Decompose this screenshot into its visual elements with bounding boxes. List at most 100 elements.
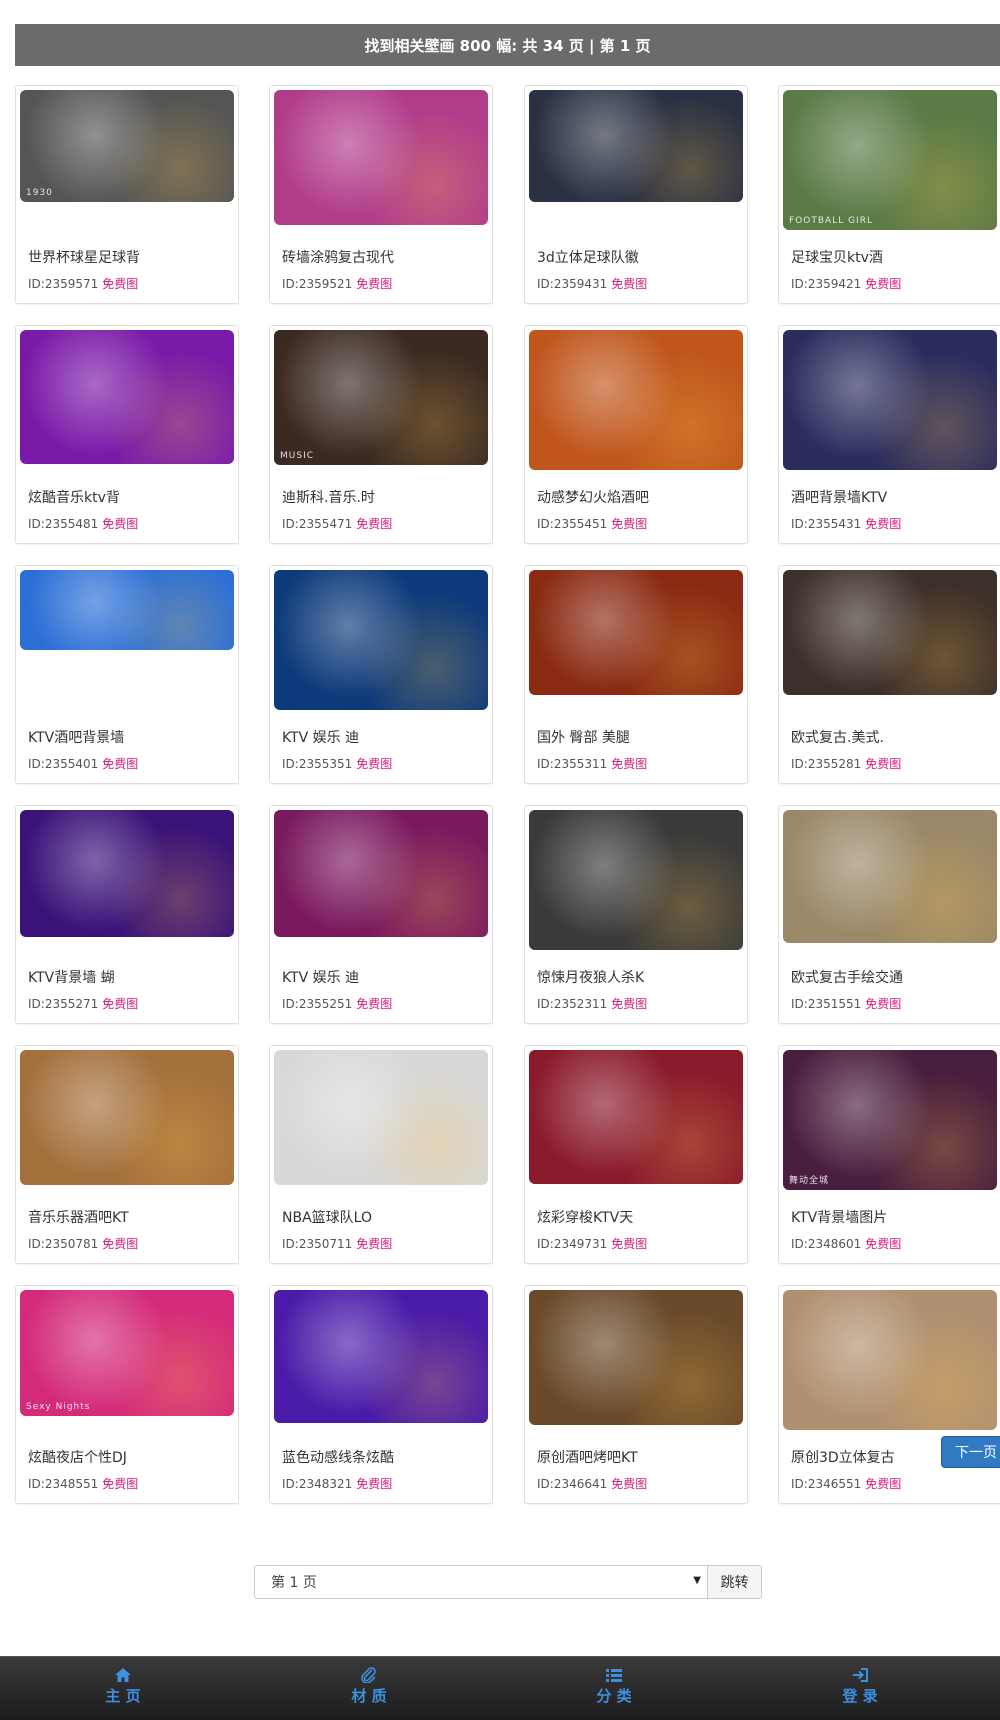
wallpaper-card[interactable]: 欧式复古手绘交通 ID:2351551 免费图 <box>778 805 1000 1024</box>
wallpaper-card[interactable]: 国外 臀部 美腿 ID:2355311 免费图 <box>524 565 748 784</box>
wallpaper-thumbnail[interactable] <box>529 90 743 202</box>
wallpaper-thumbnail[interactable] <box>529 1050 743 1184</box>
wallpaper-meta: ID:2346551 免费图 <box>791 1475 901 1492</box>
thumbnail-caption: 舞动全城 <box>789 1176 830 1186</box>
wallpaper-title[interactable]: 炫彩穿梭KTV天 <box>537 1207 633 1227</box>
wallpaper-meta: ID:2355251 免费图 <box>282 995 392 1012</box>
wallpaper-title[interactable]: 蓝色动感线条炫酷 <box>282 1447 394 1467</box>
free-badge: 免费图 <box>102 1237 139 1251</box>
page-select[interactable]: 第 1 页 ▼ <box>254 1565 708 1599</box>
wallpaper-title[interactable]: 酒吧背景墙KTV <box>791 487 887 507</box>
wallpaper-thumbnail[interactable] <box>274 1050 488 1185</box>
wallpaper-title[interactable]: KTV背景墙图片 <box>791 1207 887 1227</box>
wallpaper-thumbnail[interactable] <box>529 810 743 950</box>
wallpaper-card[interactable]: 蓝色动感线条炫酷 ID:2348321 免费图 <box>269 1285 493 1504</box>
wallpaper-meta: ID:2348551 免费图 <box>28 1475 138 1492</box>
wallpaper-title[interactable]: 炫酷音乐ktv背 <box>28 487 120 507</box>
wallpaper-card[interactable]: Sexy Nights 炫酷夜店个性DJ ID:2348551 免费图 <box>15 1285 239 1504</box>
wallpaper-thumbnail[interactable] <box>20 330 234 464</box>
free-badge: 免费图 <box>865 757 902 771</box>
wallpaper-thumbnail[interactable] <box>529 330 743 470</box>
wallpaper-card[interactable]: 炫酷音乐ktv背 ID:2355481 免费图 <box>15 325 239 544</box>
wallpaper-meta: ID:2355431 免费图 <box>791 515 901 532</box>
wallpaper-title[interactable]: 原创3D立体复古 <box>791 1447 895 1467</box>
wallpaper-card[interactable]: 砖墙涂鸦复古现代 ID:2359521 免费图 <box>269 85 493 304</box>
wallpaper-card[interactable]: 欧式复古.美式. ID:2355281 免费图 <box>778 565 1000 784</box>
wallpaper-title[interactable]: 欧式复古.美式. <box>791 727 884 747</box>
wallpaper-meta: ID:2359421 免费图 <box>791 275 901 292</box>
wallpaper-thumbnail[interactable] <box>529 1290 743 1425</box>
wallpaper-card[interactable]: 原创酒吧烤吧KT ID:2346641 免费图 <box>524 1285 748 1504</box>
wallpaper-title[interactable]: 3d立体足球队徽 <box>537 247 639 267</box>
wallpaper-card[interactable]: NBA篮球队LO ID:2350711 免费图 <box>269 1045 493 1264</box>
wallpaper-meta: ID:2355281 免费图 <box>791 755 901 772</box>
wallpaper-title[interactable]: 炫酷夜店个性DJ <box>28 1447 127 1467</box>
wallpaper-thumbnail[interactable]: MUSIC <box>274 330 488 465</box>
wallpaper-thumbnail[interactable] <box>20 1050 234 1185</box>
wallpaper-thumbnail[interactable] <box>20 810 234 937</box>
jump-button[interactable]: 跳转 <box>708 1565 762 1599</box>
wallpaper-thumbnail[interactable]: 1930 <box>20 90 234 202</box>
wallpaper-thumbnail[interactable] <box>783 810 997 943</box>
wallpaper-thumbnail[interactable] <box>20 570 234 650</box>
wallpaper-id: ID:2355401 <box>28 757 99 771</box>
wallpaper-title[interactable]: KTV背景墙 蝴 <box>28 967 115 987</box>
free-badge: 免费图 <box>611 517 648 531</box>
wallpaper-title[interactable]: 惊悚月夜狼人杀K <box>537 967 644 987</box>
wallpaper-card[interactable]: 惊悚月夜狼人杀K ID:2352311 免费图 <box>524 805 748 1024</box>
wallpaper-card[interactable]: KTV 娱乐 迪 ID:2355251 免费图 <box>269 805 493 1024</box>
wallpaper-thumbnail[interactable]: FOOTBALL GIRL <box>783 90 997 230</box>
wallpaper-thumbnail[interactable]: Sexy Nights <box>20 1290 234 1416</box>
wallpaper-thumbnail[interactable]: 舞动全城 <box>783 1050 997 1190</box>
wallpaper-thumbnail[interactable] <box>274 90 488 225</box>
wallpaper-card[interactable]: 音乐乐器酒吧KT ID:2350781 免费图 <box>15 1045 239 1264</box>
wallpaper-title[interactable]: 砖墙涂鸦复古现代 <box>282 247 394 267</box>
wallpaper-title[interactable]: 足球宝贝ktv酒 <box>791 247 883 267</box>
wallpaper-card[interactable]: KTV背景墙 蝴 ID:2355271 免费图 <box>15 805 239 1024</box>
wallpaper-title[interactable]: KTV酒吧背景墙 <box>28 727 124 747</box>
wallpaper-card[interactable]: KTV酒吧背景墙 ID:2355401 免费图 <box>15 565 239 784</box>
wallpaper-card[interactable]: 动感梦幻火焰酒吧 ID:2355451 免费图 <box>524 325 748 544</box>
wallpaper-id: ID:2348601 <box>791 1237 862 1251</box>
wallpaper-thumbnail[interactable] <box>783 1290 997 1430</box>
free-badge: 免费图 <box>611 277 648 291</box>
wallpaper-title[interactable]: 国外 臀部 美腿 <box>537 727 630 747</box>
wallpaper-card[interactable]: FOOTBALL GIRL 足球宝贝ktv酒 ID:2359421 免费图 <box>778 85 1000 304</box>
wallpaper-title[interactable]: 原创酒吧烤吧KT <box>537 1447 638 1467</box>
wallpaper-card[interactable]: 原创3D立体复古 ID:2346551 免费图 <box>778 1285 1000 1504</box>
wallpaper-thumbnail[interactable] <box>274 1290 488 1423</box>
wallpaper-title[interactable]: KTV 娱乐 迪 <box>282 967 359 987</box>
wallpaper-card[interactable]: 酒吧背景墙KTV ID:2355431 免费图 <box>778 325 1000 544</box>
free-badge: 免费图 <box>102 997 139 1011</box>
wallpaper-title[interactable]: 世界杯球星足球背 <box>28 247 140 267</box>
wallpaper-card[interactable]: 3d立体足球队徽 ID:2359431 免费图 <box>524 85 748 304</box>
wallpaper-thumbnail[interactable] <box>274 570 488 710</box>
wallpaper-thumbnail[interactable] <box>783 570 997 695</box>
wallpaper-card[interactable]: 舞动全城 KTV背景墙图片 ID:2348601 免费图 <box>778 1045 1000 1264</box>
wallpaper-card[interactable]: 炫彩穿梭KTV天 ID:2349731 免费图 <box>524 1045 748 1264</box>
nav-home[interactable]: 主 页 <box>83 1667 163 1706</box>
caret-down-icon: ▼ <box>693 1575 701 1586</box>
page-select-value: 第 1 页 <box>271 1575 317 1591</box>
wallpaper-card[interactable]: 1930 世界杯球星足球背 ID:2359571 免费图 <box>15 85 239 304</box>
wallpaper-id: ID:2355351 <box>282 757 353 771</box>
next-page-button[interactable]: 下一页 <box>941 1436 1000 1468</box>
nav-category[interactable]: 分 类 <box>574 1667 654 1706</box>
wallpaper-card[interactable]: KTV 娱乐 迪 ID:2355351 免费图 <box>269 565 493 784</box>
wallpaper-id: ID:2355451 <box>537 517 608 531</box>
nav-login[interactable]: 登 录 <box>820 1667 900 1706</box>
wallpaper-title[interactable]: 欧式复古手绘交通 <box>791 967 903 987</box>
wallpaper-title[interactable]: KTV 娱乐 迪 <box>282 727 359 747</box>
free-badge: 免费图 <box>865 1237 902 1251</box>
wallpaper-title[interactable]: 音乐乐器酒吧KT <box>28 1207 129 1227</box>
wallpaper-thumbnail[interactable] <box>274 810 488 937</box>
wallpaper-id: ID:2355281 <box>791 757 862 771</box>
wallpaper-meta: ID:2351551 免费图 <box>791 995 901 1012</box>
wallpaper-thumbnail[interactable] <box>529 570 743 695</box>
wallpaper-title[interactable]: NBA篮球队LO <box>282 1207 372 1227</box>
wallpaper-title[interactable]: 迪斯科.音乐.时 <box>282 487 375 507</box>
wallpaper-card[interactable]: MUSIC 迪斯科.音乐.时 ID:2355471 免费图 <box>269 325 493 544</box>
nav-material[interactable]: 材 质 <box>329 1667 409 1706</box>
wallpaper-title[interactable]: 动感梦幻火焰酒吧 <box>537 487 649 507</box>
wallpaper-thumbnail[interactable] <box>783 330 997 470</box>
